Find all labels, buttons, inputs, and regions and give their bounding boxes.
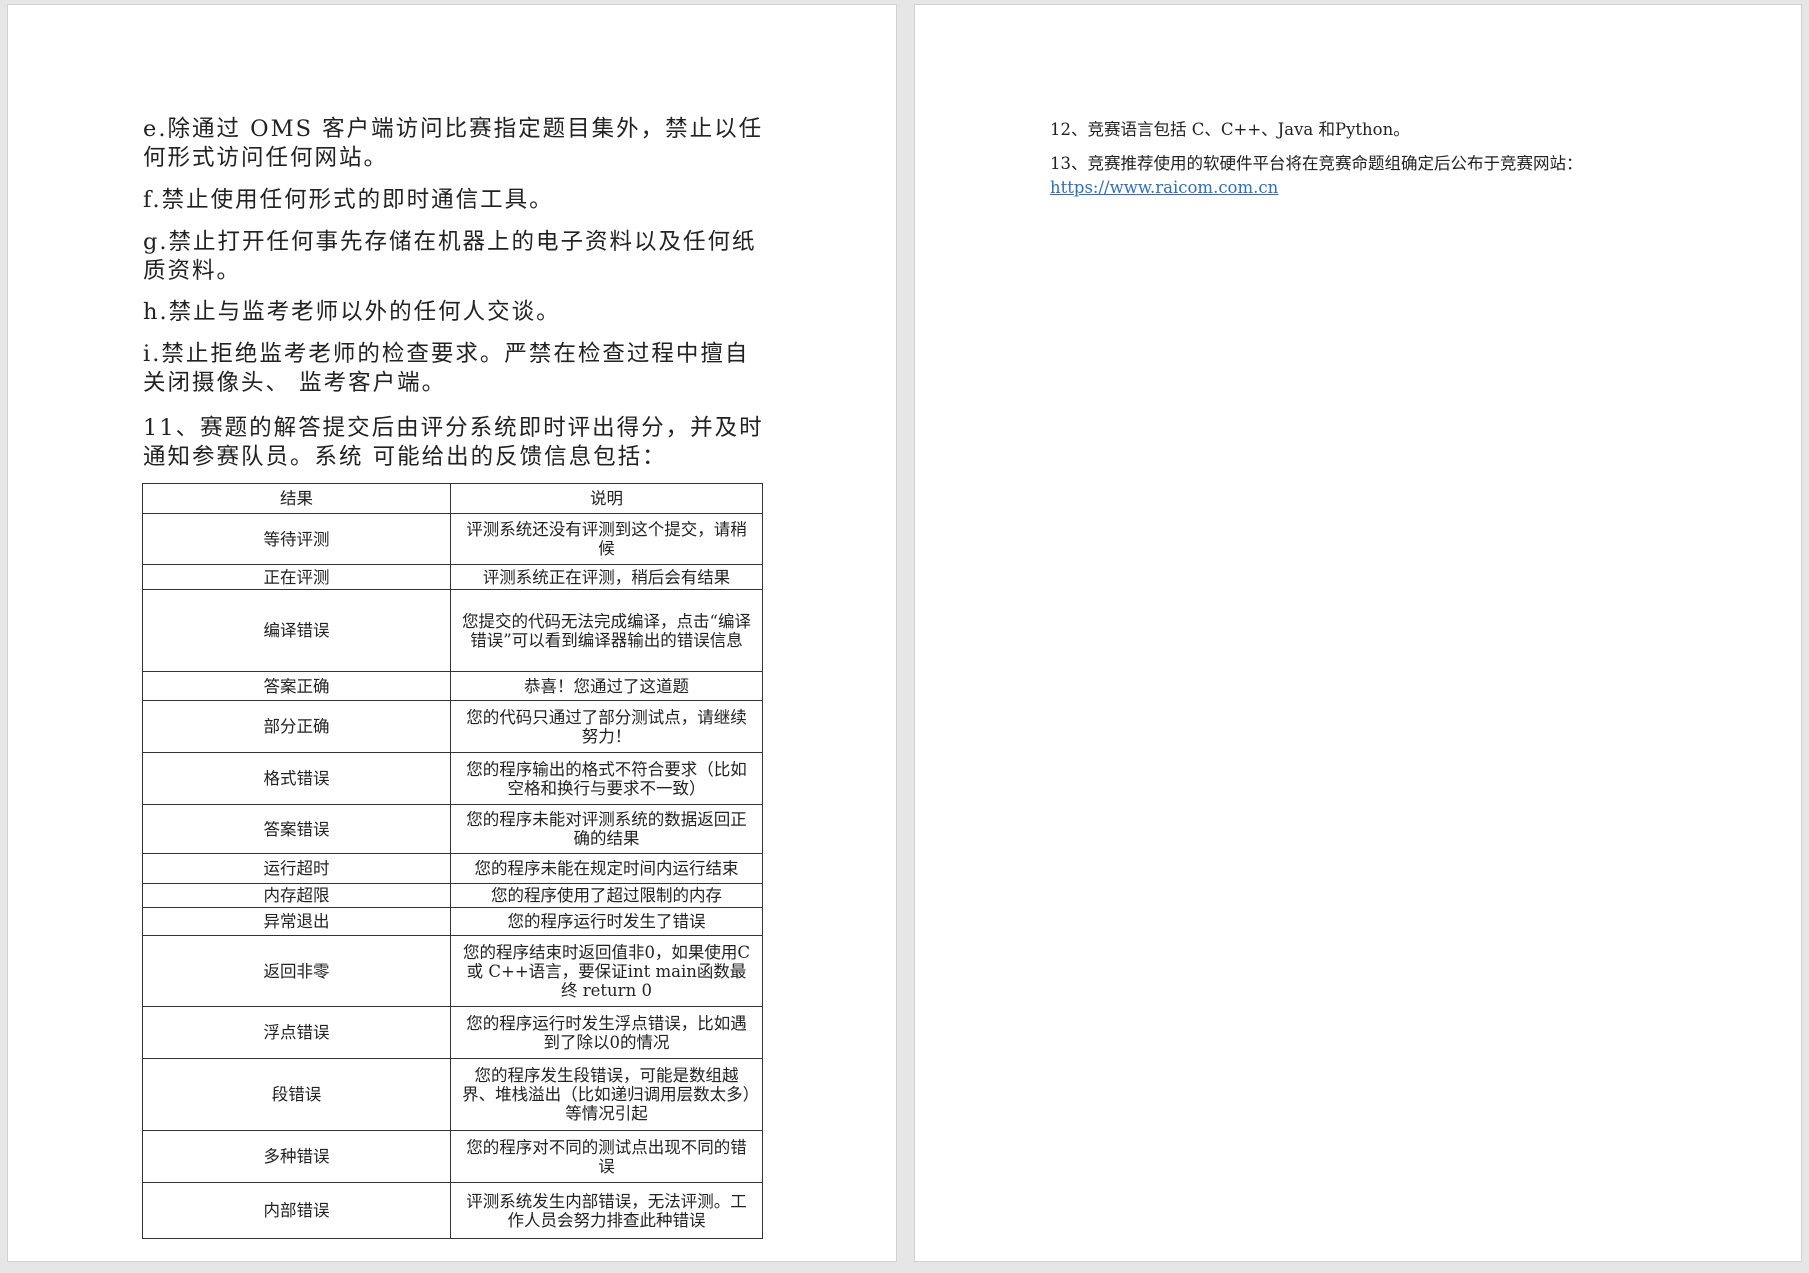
paragraph-g: g.禁止打开任何事先存储在机器上的电子资料以及任何纸质资料。 <box>143 229 757 284</box>
column-header-result: 结果 <box>142 483 451 514</box>
table-row: 内部错误 评测系统发生内部错误，无法评测。工作人员会努力排查此种错误 <box>142 1182 763 1239</box>
table-row: 编译错误 您提交的代码无法完成编译，点击“编译错误”可以看到编译器输出的错误信息 <box>142 589 763 672</box>
result-cell: 答案正确 <box>142 671 451 701</box>
paragraph-i: i.禁止拒绝监考老师的检查要求。严禁在检查过程中擅自关闭摄像头、 监考客户端。 <box>143 341 750 396</box>
paragraph-item-12: 12、竞赛语言包括 C、C++、Java 和Python。 <box>1050 120 1410 139</box>
paragraph-e: e.除通过 OMS 客户端访问比赛指定题目集外，禁止以任何形式访问任何网站。 <box>143 116 764 171</box>
column-header-description: 说明 <box>450 483 763 514</box>
result-cell: 返回非零 <box>142 935 451 1007</box>
description-cell: 您的程序未能在规定时间内运行结束 <box>450 853 763 884</box>
description-cell: 您的程序对不同的测试点出现不同的错误 <box>450 1130 763 1183</box>
description-cell: 您的程序结束时返回值非0，如果使用C或 C++语言，要保证int main函数最… <box>450 935 763 1007</box>
description-cell: 您提交的代码无法完成编译，点击“编译错误”可以看到编译器输出的错误信息 <box>450 589 763 672</box>
paragraph-h: h.禁止与监考老师以外的任何人交谈。 <box>143 299 561 325</box>
table-row: 运行超时 您的程序未能在规定时间内运行结束 <box>142 853 763 884</box>
table-row: 答案正确 恭喜！您通过了这道题 <box>142 671 763 701</box>
description-cell: 您的程序使用了超过限制的内存 <box>450 883 763 908</box>
result-cell: 答案错误 <box>142 804 451 854</box>
table-row: 答案错误 您的程序未能对评测系统的数据返回正确的结果 <box>142 804 763 854</box>
result-cell: 正在评测 <box>142 564 451 590</box>
table-row: 多种错误 您的程序对不同的测试点出现不同的错误 <box>142 1130 763 1183</box>
result-cell: 异常退出 <box>142 907 451 936</box>
description-cell: 您的程序未能对评测系统的数据返回正确的结果 <box>450 804 763 854</box>
result-cell: 运行超时 <box>142 853 451 884</box>
description-cell: 您的程序输出的格式不符合要求（比如空格和换行与要求不一致） <box>450 752 763 805</box>
result-cell: 格式错误 <box>142 752 451 805</box>
paragraph-item-13: 13、竞赛推荐使用的软硬件平台将在竞赛命题组确定后公布于竞赛网站： <box>1050 154 1583 173</box>
description-cell: 您的代码只通过了部分测试点，请继续努力！ <box>450 700 763 753</box>
table-row: 返回非零 您的程序结束时返回值非0，如果使用C或 C++语言，要保证int ma… <box>142 935 763 1007</box>
description-cell: 您的程序发生段错误，可能是数组越界、堆栈溢出（比如递归调用层数太多）等情况引起 <box>450 1058 763 1131</box>
document-page-right: 12、竞赛语言包括 C、C++、Java 和Python。 13、竞赛推荐使用的… <box>914 4 1802 1262</box>
description-cell: 恭喜！您通过了这道题 <box>450 671 763 701</box>
paragraph-f: f.禁止使用任何形式的即时通信工具。 <box>143 187 554 213</box>
table-row: 部分正确 您的代码只通过了部分测试点，请继续努力！ <box>142 700 763 753</box>
description-cell: 您的程序运行时发生了错误 <box>450 907 763 936</box>
table-row: 等待评测 评测系统还没有评测到这个提交，请稍候 <box>142 513 763 565</box>
result-cell: 编译错误 <box>142 589 451 672</box>
result-cell: 内部错误 <box>142 1182 451 1239</box>
table-row: 正在评测 评测系统正在评测，稍后会有结果 <box>142 564 763 590</box>
result-cell: 浮点错误 <box>142 1006 451 1059</box>
table-row: 段错误 您的程序发生段错误，可能是数组越界、堆栈溢出（比如递归调用层数太多）等情… <box>142 1058 763 1131</box>
table-row: 内存超限 您的程序使用了超过限制的内存 <box>142 883 763 908</box>
feedback-results-table: 结果 说明 等待评测 评测系统还没有评测到这个提交，请稍候 正在评测 评测系统正… <box>142 483 763 1239</box>
table-row: 浮点错误 您的程序运行时发生浮点错误，比如遇到了除以0的情况 <box>142 1006 763 1059</box>
description-cell: 评测系统发生内部错误，无法评测。工作人员会努力排查此种错误 <box>450 1182 763 1239</box>
paragraph-item-11: 11、赛题的解答提交后由评分系统即时评出得分，并及时通知参赛队员。系统 可能给出… <box>143 415 764 470</box>
result-cell: 等待评测 <box>142 513 451 565</box>
description-cell: 评测系统正在评测，稍后会有结果 <box>450 564 763 590</box>
competition-website-link[interactable]: https://www.raicom.com.cn <box>1050 177 1278 198</box>
document-page-left: e.除通过 OMS 客户端访问比赛指定题目集外，禁止以任何形式访问任何网站。 f… <box>7 4 897 1262</box>
table-row: 格式错误 您的程序输出的格式不符合要求（比如空格和换行与要求不一致） <box>142 752 763 805</box>
result-cell: 段错误 <box>142 1058 451 1131</box>
table-row: 异常退出 您的程序运行时发生了错误 <box>142 907 763 936</box>
result-cell: 内存超限 <box>142 883 451 908</box>
description-cell: 评测系统还没有评测到这个提交，请稍候 <box>450 513 763 565</box>
table-header-row: 结果 说明 <box>142 483 763 514</box>
result-cell: 多种错误 <box>142 1130 451 1183</box>
description-cell: 您的程序运行时发生浮点错误，比如遇到了除以0的情况 <box>450 1006 763 1059</box>
result-cell: 部分正确 <box>142 700 451 753</box>
